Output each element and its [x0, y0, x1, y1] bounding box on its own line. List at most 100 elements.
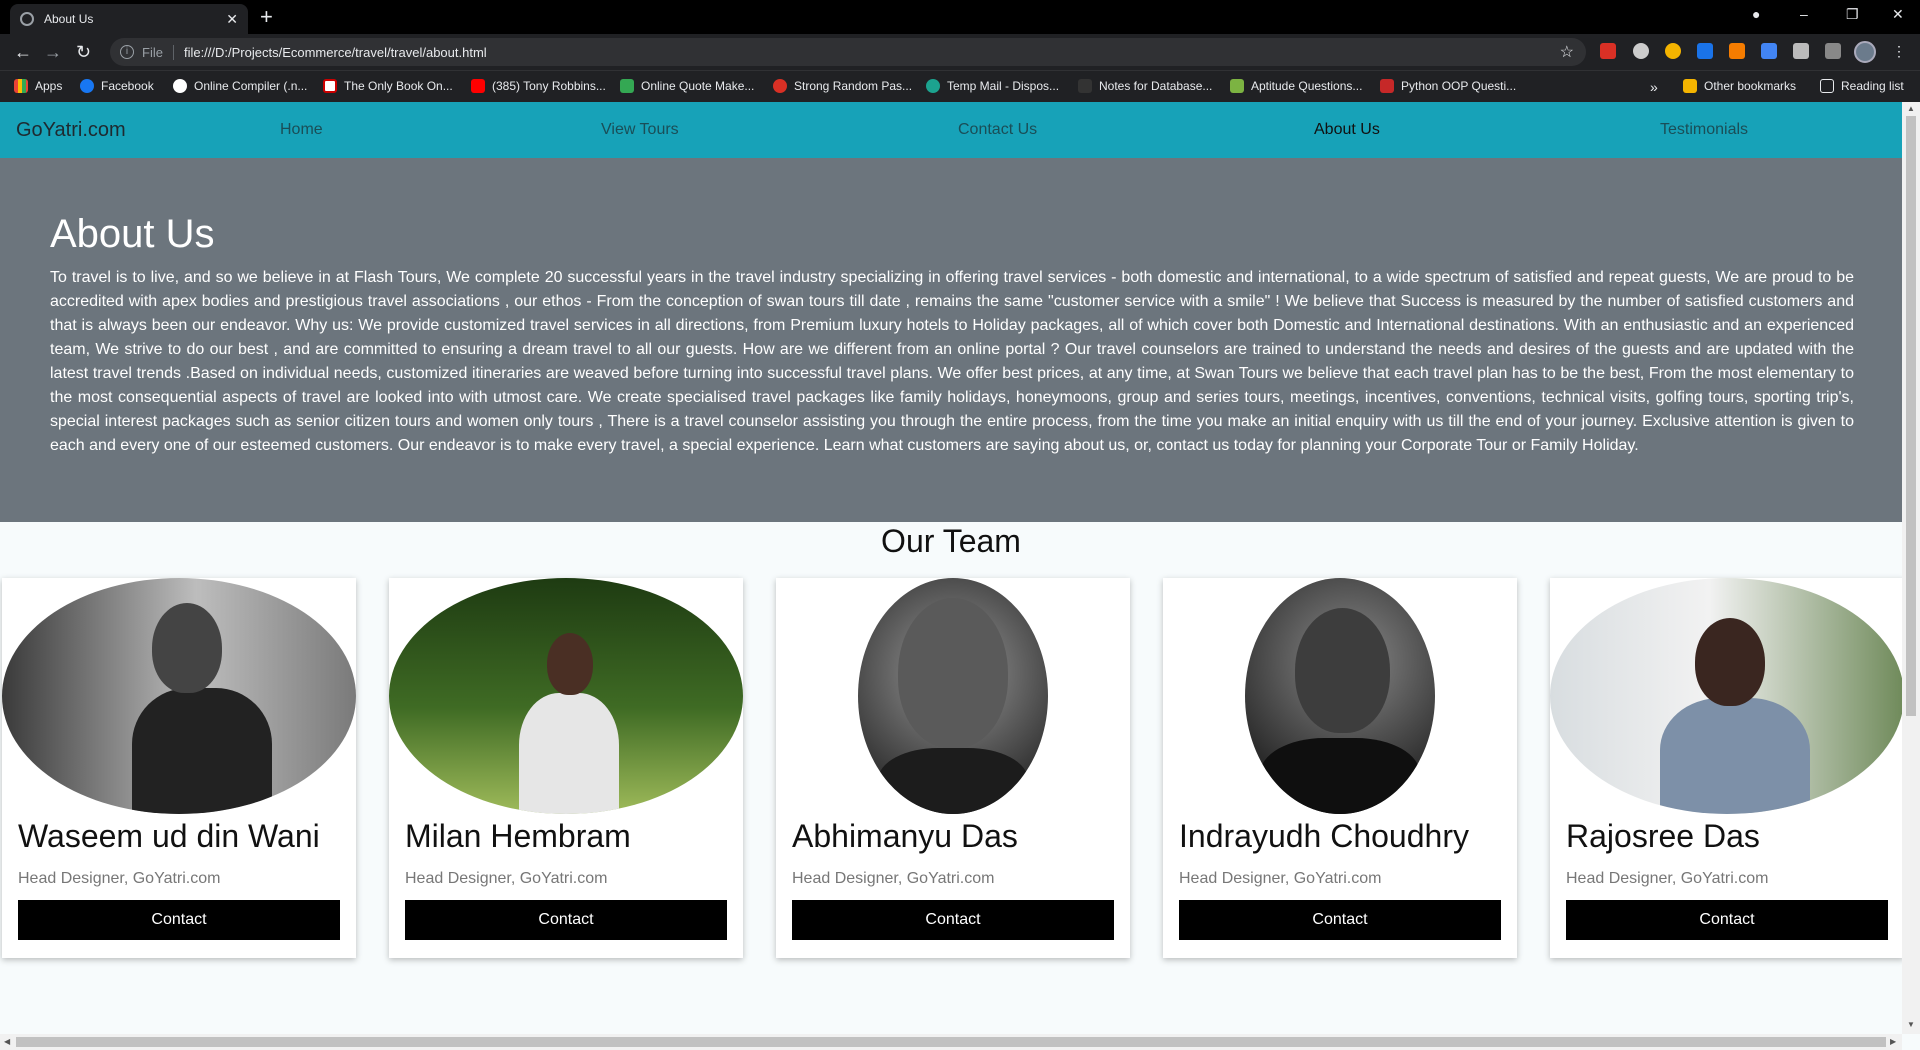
member-role: Head Designer, GoYatri.com	[1566, 870, 1769, 887]
page-title: About Us	[50, 212, 215, 256]
contact-button[interactable]: Contact	[405, 900, 727, 940]
back-icon[interactable]: ←	[14, 42, 32, 62]
member-name: Waseem ud din Wani	[18, 818, 320, 854]
folder-icon	[1683, 79, 1697, 93]
reload-icon[interactable]: ↻	[76, 42, 91, 62]
star-icon[interactable]: ☆	[1560, 42, 1574, 62]
scrollbar-thumb[interactable]	[16, 1037, 1886, 1047]
about-text: To travel is to live, and so we believe …	[50, 269, 1854, 454]
bookmark-notes-database[interactable]: Notes for Database...	[1078, 79, 1212, 93]
quote-icon	[620, 79, 634, 93]
kebab-menu-icon[interactable]: ⋮	[1892, 43, 1906, 60]
reading-list-icon	[1820, 79, 1834, 93]
info-icon[interactable]: i	[120, 45, 134, 59]
bookmark-other[interactable]: Other bookmarks	[1683, 79, 1796, 93]
new-tab-icon[interactable]: +	[260, 4, 273, 30]
member-name: Milan Hembram	[405, 818, 631, 854]
bookmark-the-only-book[interactable]: The Only Book On...	[323, 79, 453, 93]
nav-link-contact-us[interactable]: Contact Us	[958, 121, 1037, 139]
reading-list[interactable]: Reading list	[1820, 79, 1904, 93]
close-icon[interactable]: ✕	[226, 11, 238, 28]
youtube-icon	[471, 79, 485, 93]
member-photo	[1245, 578, 1435, 814]
extension-gear-icon[interactable]	[1633, 43, 1649, 59]
address-bar[interactable]: i File file:///D:/Projects/Ecommerce/tra…	[110, 38, 1586, 66]
password-icon	[773, 79, 787, 93]
tab-title: About Us	[44, 12, 94, 26]
bookmark-temp-mail[interactable]: Temp Mail - Dispos...	[926, 79, 1059, 93]
extension-shield-icon[interactable]	[1697, 43, 1713, 59]
extension-tool-icon[interactable]	[1729, 43, 1745, 59]
team-card: Milan Hembram Head Designer, GoYatri.com…	[389, 578, 743, 958]
bookmark-apps[interactable]: Apps	[14, 79, 62, 93]
member-name: Abhimanyu Das	[792, 818, 1018, 854]
nav-link-view-tours[interactable]: View Tours	[601, 121, 679, 139]
minimize-icon[interactable]: –	[1800, 6, 1808, 22]
profile-menu-icon[interactable]: ●	[1752, 6, 1760, 22]
team-card: Waseem ud din Wani Head Designer, GoYatr…	[2, 578, 356, 958]
book-icon	[323, 79, 337, 93]
team-card: Abhimanyu Das Head Designer, GoYatri.com…	[776, 578, 1130, 958]
browser-tab[interactable]: About Us ✕	[10, 4, 248, 34]
aptitude-icon	[1230, 79, 1244, 93]
bookmark-tony-robbins[interactable]: (385) Tony Robbins...	[471, 79, 606, 93]
team-title: Our Team	[881, 523, 1021, 559]
site-brand[interactable]: GoYatri.com	[16, 119, 126, 142]
address-scheme: File	[142, 44, 174, 60]
close-window-icon[interactable]: ✕	[1892, 6, 1904, 23]
adblock-icon[interactable]	[1600, 43, 1616, 59]
member-photo	[389, 578, 743, 814]
scrollbar-thumb[interactable]	[1906, 116, 1916, 716]
cookie-icon[interactable]	[1665, 43, 1681, 59]
avatar[interactable]	[1854, 41, 1876, 63]
translate-icon[interactable]	[1761, 43, 1777, 59]
site-navbar: GoYatri.com Home View Tours Contact Us A…	[0, 102, 1902, 158]
puzzle-icon[interactable]	[1793, 43, 1809, 59]
team-card: Indrayudh Choudhry Head Designer, GoYatr…	[1163, 578, 1517, 958]
member-role: Head Designer, GoYatri.com	[18, 870, 221, 887]
browser-tab-bar: About Us ✕ + ● – ❐ ✕	[0, 0, 1920, 34]
apps-grid-icon	[14, 79, 28, 93]
address-url[interactable]: file:///D:/Projects/Ecommerce/travel/tra…	[184, 45, 487, 60]
bookmarks-overflow-icon[interactable]: »	[1650, 79, 1658, 95]
contact-button[interactable]: Contact	[1179, 900, 1501, 940]
restore-icon[interactable]: ❐	[1846, 6, 1859, 23]
vertical-scrollbar[interactable]: ▲ ▼	[1902, 102, 1920, 1034]
contact-button[interactable]: Contact	[1566, 900, 1888, 940]
globe-icon	[20, 12, 34, 26]
media-icon[interactable]	[1825, 43, 1841, 59]
about-section: About Us To travel is to live, and so we…	[0, 158, 1902, 522]
facebook-icon	[80, 79, 94, 93]
scroll-down-icon[interactable]: ▼	[1907, 1020, 1915, 1029]
nav-link-testimonials[interactable]: Testimonials	[1660, 121, 1748, 139]
bookmark-online-quote[interactable]: Online Quote Make...	[620, 79, 754, 93]
member-role: Head Designer, GoYatri.com	[792, 870, 995, 887]
forward-icon[interactable]: →	[44, 42, 62, 62]
team-card: Rajosree Das Head Designer, GoYatri.com …	[1550, 578, 1902, 958]
compiler-icon	[173, 79, 187, 93]
horizontal-scrollbar[interactable]: ◀ ▶	[0, 1034, 1902, 1050]
scroll-up-icon[interactable]: ▲	[1907, 104, 1915, 113]
member-photo	[2, 578, 356, 814]
bookmark-online-compiler[interactable]: Online Compiler (.n...	[173, 79, 307, 93]
contact-button[interactable]: Contact	[792, 900, 1114, 940]
bookmark-aptitude[interactable]: Aptitude Questions...	[1230, 79, 1362, 93]
member-name: Indrayudh Choudhry	[1179, 818, 1469, 854]
bookmarks-bar: Apps Facebook Online Compiler (.n... The…	[0, 70, 1920, 102]
contact-button[interactable]: Contact	[18, 900, 340, 940]
nav-link-about-us[interactable]: About Us	[1314, 121, 1380, 139]
member-role: Head Designer, GoYatri.com	[1179, 870, 1382, 887]
bookmark-strong-random[interactable]: Strong Random Pas...	[773, 79, 912, 93]
browser-toolbar: ← → ↻ i File file:///D:/Projects/Ecommer…	[0, 34, 1920, 70]
nav-link-home[interactable]: Home	[280, 121, 323, 139]
member-photo	[1550, 578, 1902, 814]
mail-icon	[926, 79, 940, 93]
bookmark-python-oop[interactable]: Python OOP Questi...	[1380, 79, 1516, 93]
notes-icon	[1078, 79, 1092, 93]
scroll-left-icon[interactable]: ◀	[4, 1037, 10, 1046]
member-photo	[858, 578, 1048, 814]
page-content: GoYatri.com Home View Tours Contact Us A…	[0, 102, 1902, 1034]
member-role: Head Designer, GoYatri.com	[405, 870, 608, 887]
bookmark-facebook[interactable]: Facebook	[80, 79, 154, 93]
scroll-right-icon[interactable]: ▶	[1890, 1037, 1896, 1046]
